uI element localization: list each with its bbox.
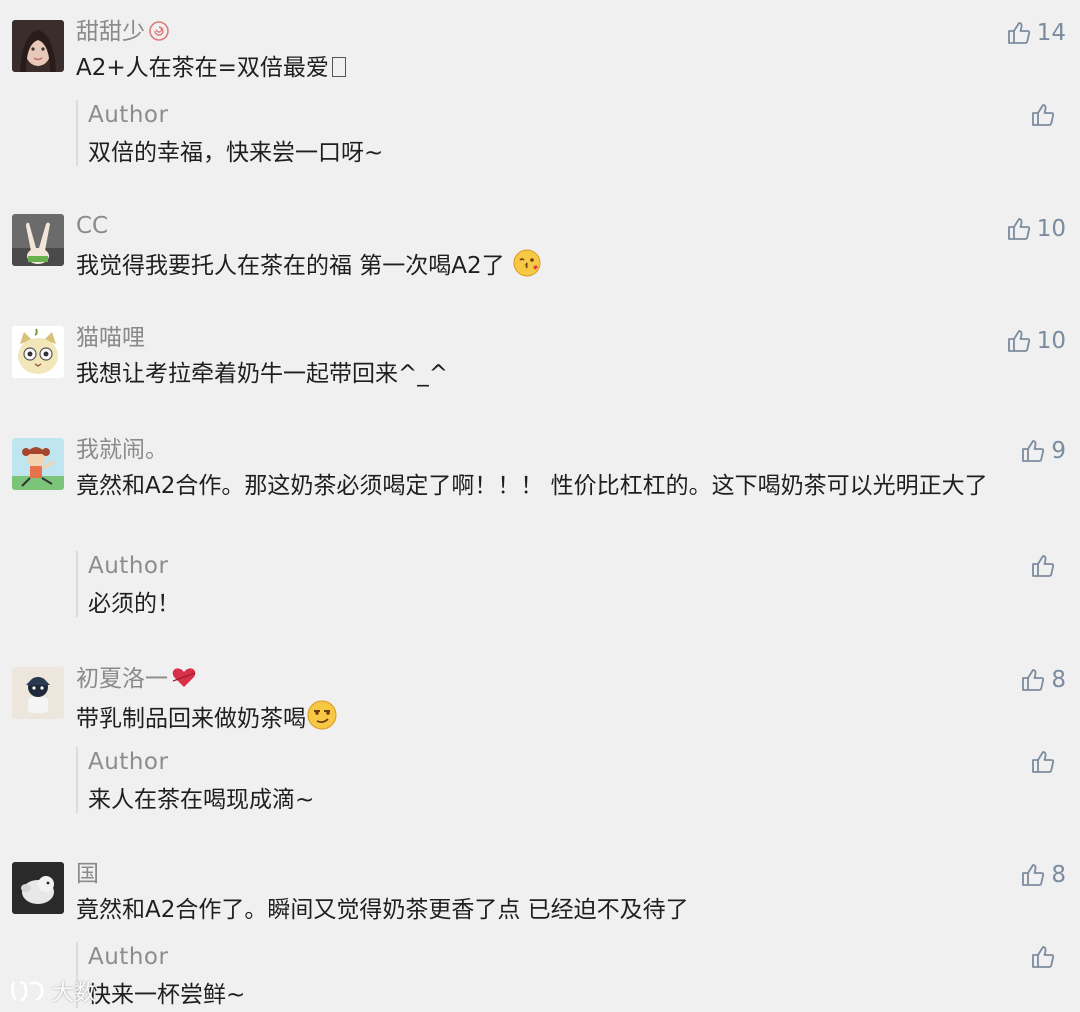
like-count: 8 <box>1051 862 1066 888</box>
avatar[interactable] <box>12 667 64 719</box>
avatar[interactable] <box>12 214 64 266</box>
thumbs-up-icon <box>1007 218 1030 240</box>
thumbs-up-icon <box>1022 669 1045 691</box>
unknown-glyph-icon <box>331 57 346 77</box>
like-count: 8 <box>1051 667 1066 693</box>
thumbs-up-icon <box>1007 330 1030 352</box>
comment-text: 竟然和A2合作。那这奶茶必须喝定了啊！！！ 性价比杠杠的。这下喝奶茶可以光明正大… <box>76 473 988 499</box>
reply-divider <box>76 100 78 166</box>
comment-text: A2+人在茶在=双倍最爱 <box>76 52 1066 84</box>
reply-divider <box>76 551 78 617</box>
thumbs-up-icon <box>1022 440 1045 462</box>
nickname[interactable]: 初夏洛一 <box>76 665 197 694</box>
nickname[interactable]: 猫喵哩 <box>76 324 145 352</box>
comment-text: 我觉得我要托人在茶在的福 第一次喝A2了 <box>76 248 1066 287</box>
reply-author-label: Author <box>88 749 169 775</box>
reply-text: 必须的！ <box>88 591 180 617</box>
heart-icon <box>171 668 197 691</box>
nickname[interactable]: 国 <box>76 860 99 888</box>
like-button[interactable]: 9 <box>1020 436 1066 466</box>
comment-text-content: 我觉得我要托人在茶在的福 第一次喝A2了 <box>76 253 505 279</box>
thumbs-up-icon <box>1007 22 1030 44</box>
nickname[interactable]: CC <box>76 212 108 240</box>
like-count: 9 <box>1051 438 1066 464</box>
reply-author-label: Author <box>88 102 169 128</box>
like-button[interactable]: 8 <box>1020 860 1066 890</box>
smirk-emoji-icon <box>306 699 338 740</box>
thumbs-up-icon[interactable] <box>1030 944 1056 970</box>
reply-text: 来人在茶在喝现成滴~ <box>88 787 315 813</box>
reply-author-label: Author <box>88 944 169 970</box>
watermark-text: 大数 <box>52 981 97 1006</box>
reply-divider <box>76 747 78 813</box>
comment-text-content: A2+人在茶在=双倍最爱 <box>76 55 329 81</box>
author-reply: Author 来人在茶在喝现成滴~ <box>76 747 1066 817</box>
author-reply: Author 必须的！ <box>76 551 1066 621</box>
thumbs-up-icon[interactable] <box>1030 102 1056 128</box>
like-button[interactable]: 14 <box>1006 18 1066 48</box>
like-button[interactable]: 10 <box>1006 326 1066 356</box>
like-count: 10 <box>1036 216 1066 242</box>
spiral-icon <box>148 21 170 44</box>
nickname-text[interactable]: 甜甜少 <box>76 19 145 45</box>
comment-text: 带乳制品回来做奶茶喝 <box>76 699 1066 740</box>
nickname-text[interactable]: 初夏洛一 <box>76 666 168 692</box>
reply-text: 双倍的幸福，快来尝一口呀~ <box>88 140 384 166</box>
thumbs-up-icon[interactable] <box>1030 749 1056 775</box>
nickname[interactable]: 我就闹。 <box>76 436 168 464</box>
author-reply: Author 快来一杯尝鲜~ <box>76 942 1066 1012</box>
thumbs-up-icon <box>1022 864 1045 886</box>
like-count: 10 <box>1036 328 1066 354</box>
wink-kiss-emoji-icon <box>512 248 542 287</box>
thumbs-up-icon[interactable] <box>1030 553 1056 579</box>
like-count: 14 <box>1036 20 1066 46</box>
avatar[interactable] <box>12 326 64 378</box>
reply-author-label: Author <box>88 553 169 579</box>
avatar[interactable] <box>12 438 64 490</box>
comment-text: 我想让考拉牵着奶牛一起带回来^_^ <box>76 361 449 387</box>
author-reply: Author 双倍的幸福，快来尝一口呀~ <box>76 100 1066 170</box>
comment-text: 竟然和A2合作了。瞬间又觉得奶茶更香了点 已经迫不及待了 <box>76 897 689 923</box>
avatar[interactable] <box>12 20 64 72</box>
nickname[interactable]: 甜甜少 <box>76 18 170 47</box>
avatar[interactable] <box>12 862 64 914</box>
reply-text: 快来一杯尝鲜~ <box>88 982 246 1008</box>
like-button[interactable]: 10 <box>1006 214 1066 244</box>
like-button[interactable]: 8 <box>1020 665 1066 695</box>
watermark-logo-icon <box>11 980 44 1002</box>
comment-text-content: 带乳制品回来做奶茶喝 <box>76 706 306 732</box>
watermark: 大数 <box>8 973 96 1009</box>
